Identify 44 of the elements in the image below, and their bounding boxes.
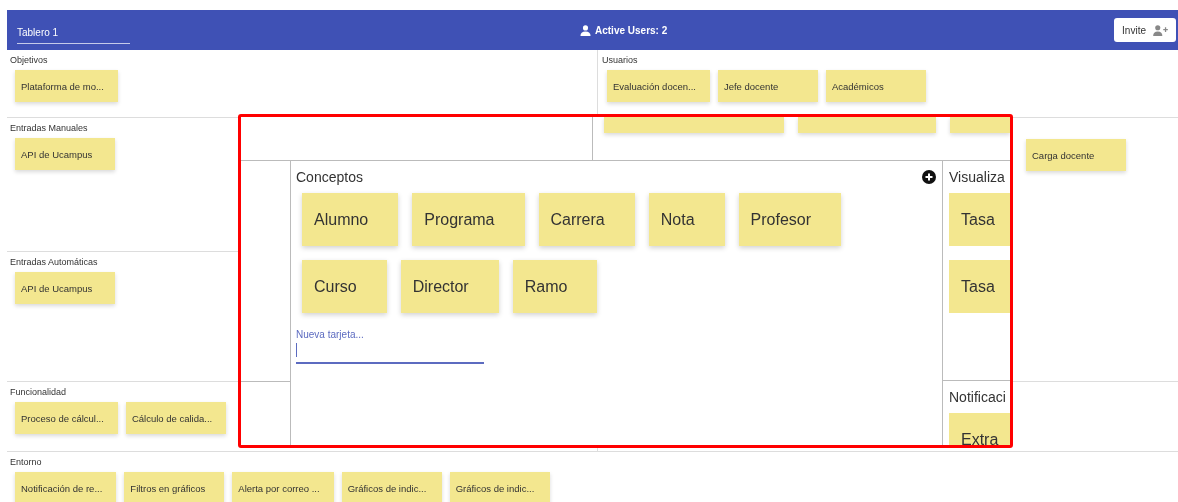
note-card[interactable]: Evaluación docen...	[607, 70, 710, 102]
note-card[interactable]: Programa	[412, 193, 525, 246]
section-title: Objetivos	[10, 55, 49, 66]
note-card[interactable]: Curso	[302, 260, 387, 313]
note-card[interactable]: Filtros en gráficos	[124, 472, 225, 502]
note-card[interactable]: API de Ucampus	[15, 138, 115, 170]
invite-button[interactable]: Invite	[1114, 18, 1176, 42]
note-card[interactable]: Tasa	[949, 193, 1010, 246]
note-card[interactable]: Cálculo de calida...	[125, 402, 227, 434]
note-card[interactable]	[798, 117, 936, 133]
board-name-field[interactable]: Tablero 1	[17, 22, 130, 44]
note-card[interactable]: API de Ucampus	[15, 272, 115, 304]
section-title: Entradas Manuales	[10, 123, 89, 134]
column-title: Conceptos	[296, 169, 363, 185]
column-title: Notificaci	[949, 389, 1007, 405]
section-title: Entorno	[10, 457, 43, 468]
active-users-count: Active Users: 2	[595, 24, 668, 36]
note-card[interactable]: Carrera	[538, 193, 635, 246]
user-icon	[580, 24, 591, 36]
section-title: Entradas Automáticas	[10, 257, 99, 268]
note-card[interactable]: Jefe docente	[717, 70, 818, 102]
note-card[interactable]: Notificación de re...	[15, 472, 117, 502]
note-card[interactable]: Plataforma de mo...	[15, 70, 118, 102]
new-card-field[interactable]: Nueva tarjeta...	[296, 327, 484, 364]
note-card[interactable]: Alerta por correo ...	[232, 472, 334, 502]
note-card[interactable]: Nota	[648, 193, 725, 246]
note-card[interactable]: Gráficos de indic...	[449, 472, 550, 502]
note-card[interactable]: Académicos	[825, 70, 926, 102]
note-card[interactable]	[604, 117, 784, 133]
add-user-icon	[1153, 24, 1168, 36]
note-card[interactable]: Ramo	[512, 260, 598, 313]
note-card[interactable]: Alumno	[302, 193, 399, 246]
note-card[interactable]: Profesor	[738, 193, 841, 246]
note-card[interactable]: Tasa	[949, 260, 1010, 313]
add-icon[interactable]	[922, 170, 936, 184]
note-card[interactable]: Proceso de cálcul...	[15, 402, 118, 434]
note-card[interactable]	[950, 117, 1010, 133]
note-card[interactable]: Extra	[949, 413, 1010, 445]
note-card[interactable]: Director	[400, 260, 499, 313]
column-title: Visualiza	[949, 169, 1006, 185]
section-title: Funcionalidad	[10, 387, 68, 398]
note-card[interactable]: Carga docente	[1026, 139, 1126, 171]
section-title: Usuarios	[602, 55, 639, 66]
note-card[interactable]: Gráficos de indic...	[341, 472, 442, 502]
